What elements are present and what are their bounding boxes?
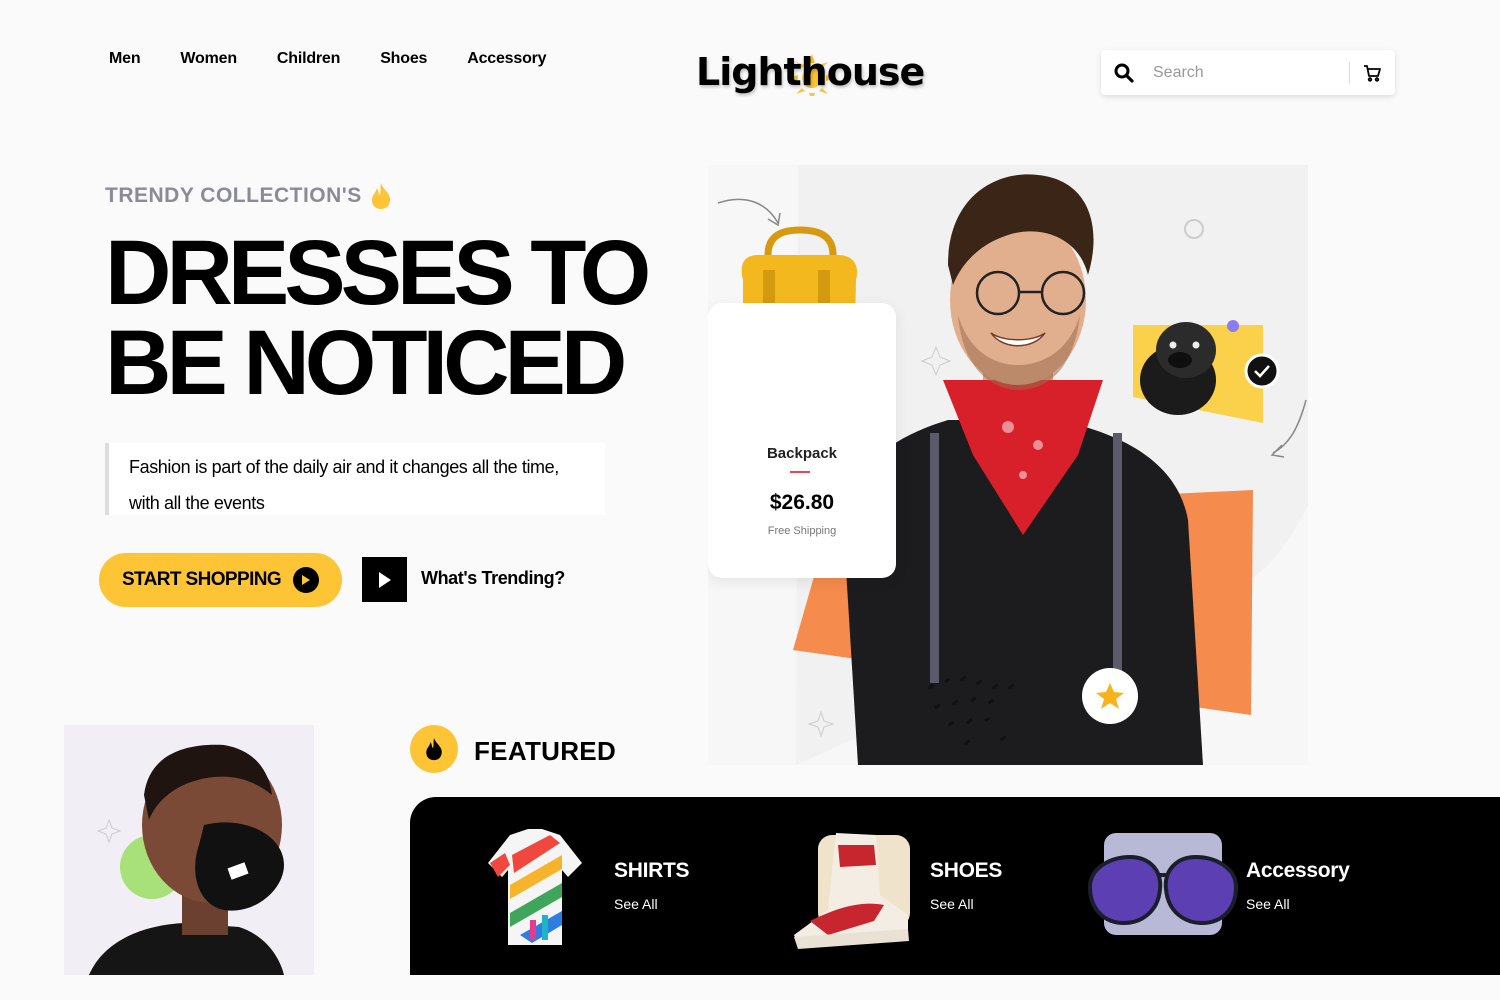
category-title: SHIRTS [614,859,690,882]
hero-headline: DRESSES TO BE NOTICED [105,222,705,414]
nav-item-accessory[interactable]: Accessory [467,50,546,68]
category-title: Accessory [1246,859,1350,882]
hero-quote: Fashion is part of the daily air and it … [105,443,605,515]
main-nav: Men Women Children Shoes Accessory [109,50,586,68]
see-all-link[interactable]: See All [614,896,658,912]
quote-line-2: with all the events [129,493,265,513]
shirt-image [488,829,582,945]
product-name: Backpack [766,445,838,462]
fire-icon [371,183,390,209]
see-all-link[interactable]: See All [1246,896,1290,912]
product-price: $26.80 [769,491,835,514]
nav-item-men[interactable]: Men [109,50,141,68]
nav-item-children[interactable]: Children [277,50,340,68]
category-shoes[interactable]: SHOES See All [788,797,1068,975]
sunglasses-image [1088,833,1238,935]
kicker-text: TRENDY COLLECTION'S [105,184,362,207]
search-input[interactable] [1147,50,1349,95]
product-shipping: Free Shipping [767,525,837,537]
cart-icon[interactable] [1350,50,1394,95]
start-shopping-button[interactable]: START SHOPPING [99,553,342,607]
whats-trending-link[interactable]: What's Trending? [421,568,565,589]
mask-model-image [64,725,314,975]
headline-line-1: DRESSES TO [105,222,651,324]
featured-category-bar: SHIRTS See All SHOES See All Accessory S… [410,797,1500,975]
search-icon[interactable] [1101,50,1147,95]
play-circle-icon [293,567,320,593]
quote-line-1: Fashion is part of the daily air and it … [129,457,559,477]
headline-line-2: BE NOTICED [105,312,627,414]
logo-wordmark: Lighthouse [696,50,925,94]
hero-image: Backpack $26.80 Free Shipping [708,165,1308,765]
brand-logo[interactable]: Lighthouse [696,44,925,104]
product-card[interactable]: Backpack $26.80 Free Shipping [708,303,896,578]
featured-fire-icon [410,725,458,773]
play-video-button[interactable] [362,557,407,602]
nav-item-women[interactable]: Women [180,50,237,68]
shoe-image [794,833,910,949]
start-shopping-label: START SHOPPING [121,569,282,590]
hero-kicker: TRENDY COLLECTION'S [105,182,392,210]
featured-title: FEATURED [474,736,617,766]
category-title: SHOES [930,859,1003,882]
see-all-link[interactable]: See All [930,896,974,912]
nav-item-shoes[interactable]: Shoes [380,50,427,68]
category-accessory[interactable]: Accessory See All [1088,797,1388,975]
category-shirts[interactable]: SHIRTS See All [470,797,750,975]
search-bar [1101,50,1395,95]
play-icon [378,571,391,588]
product-divider [790,471,810,473]
